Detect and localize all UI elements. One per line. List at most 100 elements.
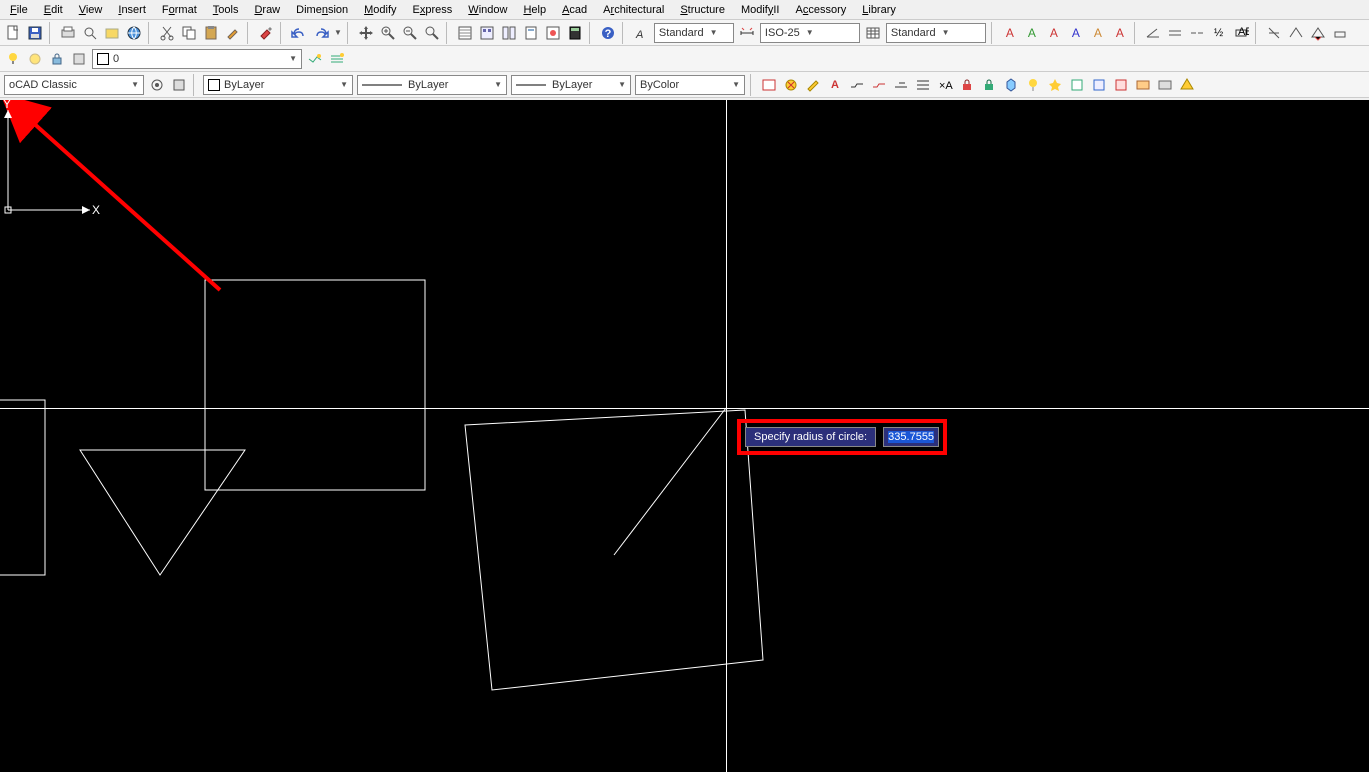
dim-rad-icon[interactable]: A — [1089, 24, 1107, 42]
properties-icon[interactable] — [456, 24, 474, 42]
center-icon[interactable] — [1287, 24, 1305, 42]
layer-prev-icon[interactable] — [306, 50, 324, 68]
dim-arc-icon[interactable]: A — [1045, 24, 1063, 42]
workspace-combo[interactable]: oCAD Classic▼ — [4, 75, 144, 95]
x15-icon[interactable] — [1068, 76, 1086, 94]
menu-tools[interactable]: Tools — [205, 2, 247, 18]
menu-express[interactable]: Express — [405, 2, 461, 18]
drawing-canvas[interactable]: Specify radius of circle: 335.7555 Y X — [0, 100, 1369, 772]
ws-settings-icon[interactable] — [148, 76, 166, 94]
dim-ang-icon[interactable] — [1144, 24, 1162, 42]
zoom-rt-icon[interactable] — [379, 24, 397, 42]
x14-icon[interactable] — [1046, 76, 1064, 94]
textstyle-combo[interactable]: Standard▼ — [654, 23, 734, 43]
menu-edit[interactable]: Edit — [36, 2, 71, 18]
edit-icon[interactable] — [1309, 24, 1327, 42]
x17-icon[interactable] — [1112, 76, 1130, 94]
tablestyle-combo[interactable]: Standard▼ — [886, 23, 986, 43]
zoom-prev-icon[interactable] — [423, 24, 441, 42]
menu-acad[interactable]: Acad — [554, 2, 595, 18]
dimstyle-icon[interactable] — [738, 24, 756, 42]
preview-icon[interactable] — [81, 24, 99, 42]
tablestyle-icon[interactable] — [864, 24, 882, 42]
x13-icon[interactable] — [1024, 76, 1042, 94]
ws-lock-icon[interactable] — [170, 76, 188, 94]
dim-cont-icon[interactable] — [1188, 24, 1206, 42]
help-icon[interactable]: ? — [599, 24, 617, 42]
dropdown-arrow-icon[interactable]: ▼ — [334, 28, 342, 37]
x6-icon[interactable] — [870, 76, 888, 94]
paint-icon[interactable] — [257, 24, 275, 42]
lineweight-combo[interactable]: ByLayer▼ — [511, 75, 631, 95]
pan-icon[interactable] — [357, 24, 375, 42]
layer-bulb-icon[interactable] — [4, 50, 22, 68]
x18-icon[interactable] — [1134, 76, 1152, 94]
menu-window[interactable]: Window — [460, 2, 515, 18]
menu-architectural[interactable]: Architectural — [595, 2, 672, 18]
redo-icon[interactable] — [312, 24, 330, 42]
dc-icon[interactable] — [478, 24, 496, 42]
x8-icon[interactable] — [914, 76, 932, 94]
x9-icon[interactable]: ×A — [936, 76, 954, 94]
markup-icon[interactable] — [544, 24, 562, 42]
layer-states-icon[interactable] — [328, 50, 346, 68]
x20-icon[interactable] — [1178, 76, 1196, 94]
tol-icon[interactable] — [1265, 24, 1283, 42]
x11-icon[interactable] — [980, 76, 998, 94]
menu-format[interactable]: Format — [154, 2, 205, 18]
update-icon[interactable] — [1331, 24, 1349, 42]
undo-icon[interactable] — [290, 24, 308, 42]
dim-qdim-icon[interactable]: ½ — [1210, 24, 1228, 42]
dim-ord-icon[interactable]: A — [1067, 24, 1085, 42]
menu-draw[interactable]: Draw — [246, 2, 288, 18]
paste-icon[interactable] — [202, 24, 220, 42]
menu-insert[interactable]: Insert — [110, 2, 154, 18]
tool-pal-icon[interactable] — [500, 24, 518, 42]
web-icon[interactable] — [125, 24, 143, 42]
layer-freeze-icon[interactable] — [26, 50, 44, 68]
calc-icon[interactable] — [566, 24, 584, 42]
cut-icon[interactable] — [158, 24, 176, 42]
menu-view[interactable]: View — [71, 2, 111, 18]
dynamic-input-value[interactable]: 335.7555 — [883, 427, 939, 447]
sheets-icon[interactable] — [522, 24, 540, 42]
x7-icon[interactable] — [892, 76, 910, 94]
dim-lin-icon[interactable]: A — [1001, 24, 1019, 42]
x16-icon[interactable] — [1090, 76, 1108, 94]
menu-modify2[interactable]: ModifyII — [733, 2, 788, 18]
x19-icon[interactable] — [1156, 76, 1174, 94]
copy-icon[interactable] — [180, 24, 198, 42]
color-combo[interactable]: ByLayer▼ — [203, 75, 353, 95]
publish-icon[interactable] — [103, 24, 121, 42]
save-icon[interactable] — [26, 24, 44, 42]
layer-color-icon[interactable] — [70, 50, 88, 68]
textstyle-icon[interactable]: A — [632, 24, 650, 42]
new-icon[interactable] — [4, 24, 22, 42]
menu-file[interactable]: File — [2, 2, 36, 18]
dimstyle-combo[interactable]: ISO-25▼ — [760, 23, 860, 43]
menu-library[interactable]: Library — [854, 2, 904, 18]
menu-help[interactable]: Help — [515, 2, 554, 18]
x2-icon[interactable] — [782, 76, 800, 94]
menu-modify[interactable]: Modify — [356, 2, 404, 18]
dim-base-icon[interactable] — [1166, 24, 1184, 42]
x10-icon[interactable] — [958, 76, 976, 94]
x3-icon[interactable] — [804, 76, 822, 94]
x4-icon[interactable]: A — [826, 76, 844, 94]
linetype-combo[interactable]: ByLayer▼ — [357, 75, 507, 95]
menu-accessory[interactable]: Accessory — [788, 2, 855, 18]
x1-icon[interactable] — [760, 76, 778, 94]
dim-dia-icon[interactable]: A — [1111, 24, 1129, 42]
menu-dimension[interactable]: Dimension — [288, 2, 356, 18]
match-icon[interactable] — [224, 24, 242, 42]
x5-icon[interactable] — [848, 76, 866, 94]
plot-icon[interactable] — [59, 24, 77, 42]
layer-combo[interactable]: 0 ▼ — [92, 49, 302, 69]
plotstyle-combo[interactable]: ByColor▼ — [635, 75, 745, 95]
leader-icon[interactable]: ABC — [1232, 24, 1250, 42]
dim-align-icon[interactable]: A — [1023, 24, 1041, 42]
zoom-win-icon[interactable] — [401, 24, 419, 42]
menu-structure[interactable]: Structure — [672, 2, 733, 18]
x12-icon[interactable] — [1002, 76, 1020, 94]
layer-lock-icon[interactable] — [48, 50, 66, 68]
